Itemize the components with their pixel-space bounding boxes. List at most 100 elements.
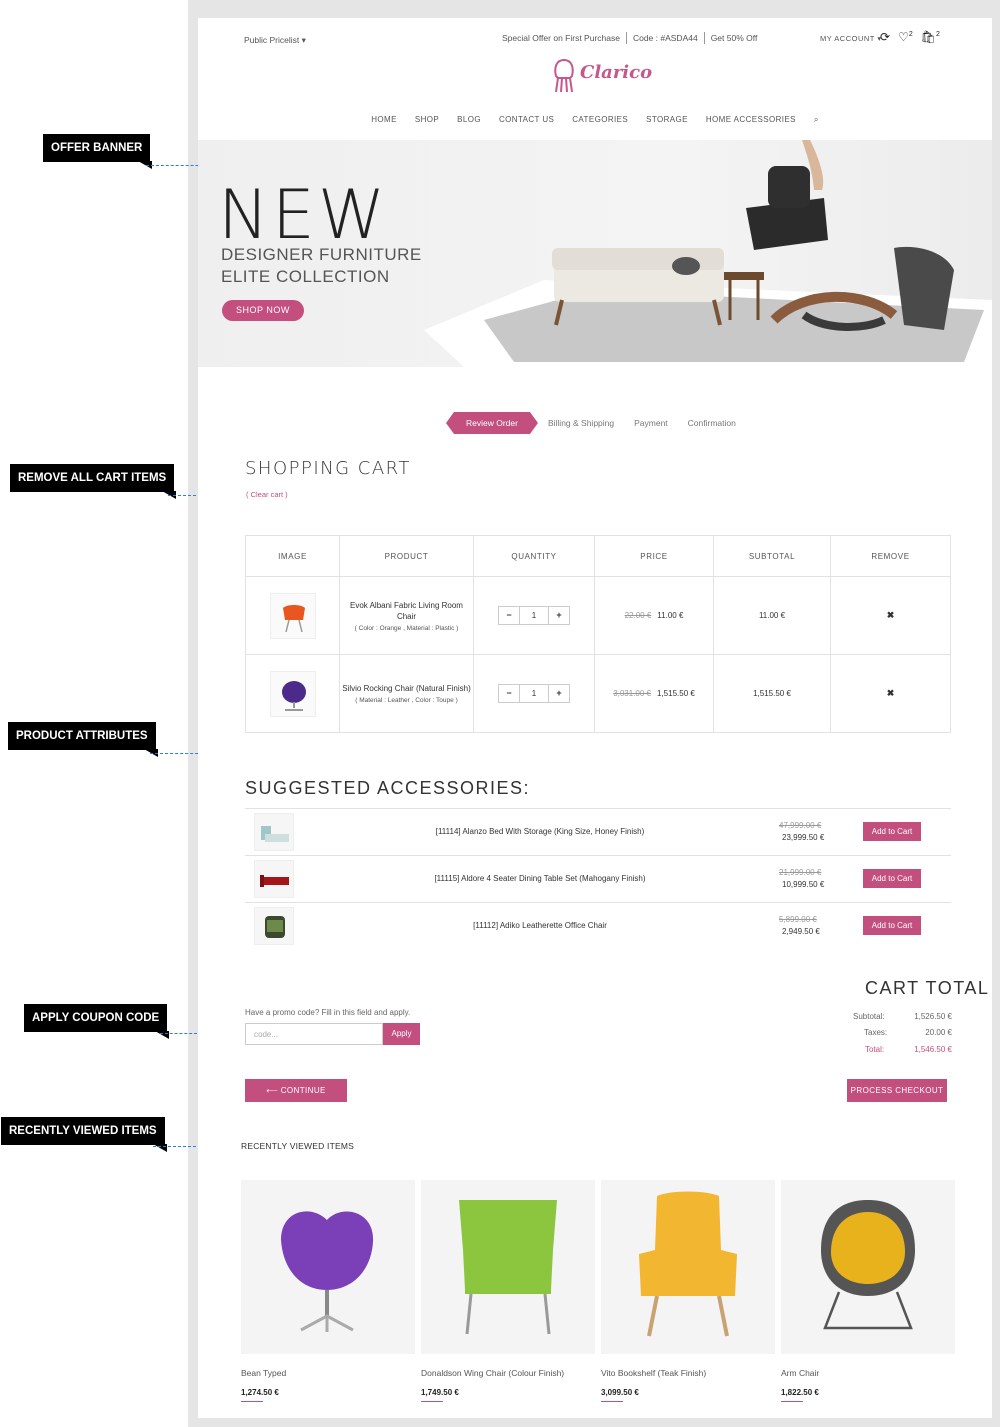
increase-button[interactable]: +	[549, 685, 569, 702]
shop-page: Public Pricelist ▾ Special Offer on Firs…	[198, 18, 992, 1418]
cart-total-title: CART TOTAL	[865, 978, 990, 998]
quantity-input[interactable]: 1	[519, 607, 549, 624]
increase-button[interactable]: +	[549, 607, 569, 624]
taxes-label: Taxes:	[864, 1028, 888, 1037]
decrease-button[interactable]: −	[499, 607, 519, 624]
continue-shopping-button[interactable]: ⟵ CONTINUE SHOPPING	[245, 1079, 347, 1118]
product-attributes: ( Color : Orange , Material : Plastic )	[354, 624, 459, 632]
product-thumbnail[interactable]	[269, 670, 316, 717]
compare-icon[interactable]: ⟳	[880, 30, 890, 44]
price: 1,515.50 €	[657, 689, 695, 698]
quantity-stepper: − 1 +	[498, 684, 570, 703]
pricelist-dropdown[interactable]: Public Pricelist ▾	[244, 35, 306, 46]
nav-home[interactable]: HOME	[371, 115, 397, 125]
accessory-name[interactable]: [11115] Aldore 4 Seater Dining Table Set…	[305, 874, 775, 883]
step-confirmation[interactable]: Confirmation	[678, 418, 746, 428]
offer-code: Code : #ASDA44	[625, 32, 704, 44]
product-image[interactable]	[601, 1180, 775, 1354]
quantity-input[interactable]: 1	[519, 685, 549, 702]
decrease-button[interactable]: −	[499, 685, 519, 702]
wishlist-icon[interactable]: ♡2	[898, 30, 913, 44]
offer-strip: Special Offer on First Purchase Code : #…	[496, 32, 763, 44]
office-chair-icon	[265, 916, 285, 938]
product-card[interactable]: Arm Chair 1,822.50 €	[781, 1180, 955, 1402]
step-payment[interactable]: Payment	[624, 418, 678, 428]
card-name[interactable]: Vito Bookshelf (Teak Finish)	[601, 1368, 775, 1378]
bed-thumbnail[interactable]	[254, 813, 294, 851]
nav-storage[interactable]: STORAGE	[646, 115, 688, 125]
product-card[interactable]: Bean Typed 1,274.50 €	[241, 1180, 415, 1402]
accessory-old-price: 21,999.00 €	[779, 868, 822, 877]
remove-icon[interactable]: ✖	[887, 610, 895, 620]
my-account-dropdown[interactable]: MY ACCOUNT ▾	[820, 34, 882, 43]
card-price: 3,099.50 €	[601, 1388, 639, 1397]
checkout-steps: Review Order Billing & Shipping Payment …	[446, 412, 746, 434]
search-icon[interactable]: ⌕	[814, 115, 819, 125]
card-name[interactable]: Bean Typed	[241, 1368, 415, 1378]
card-name[interactable]: Arm Chair	[781, 1368, 955, 1378]
bed-icon	[261, 826, 289, 842]
price-underline	[601, 1401, 623, 1402]
nav-blog[interactable]: BLOG	[457, 115, 481, 125]
logo[interactable]: Clarico	[550, 56, 653, 96]
annotation-product-attributes: PRODUCT ATTRIBUTES	[8, 722, 158, 757]
product-image[interactable]	[241, 1180, 415, 1354]
table-thumbnail[interactable]	[254, 860, 294, 898]
remove-icon[interactable]: ✖	[887, 688, 895, 698]
step-billing-shipping[interactable]: Billing & Shipping	[538, 418, 624, 428]
dining-table-icon	[260, 875, 289, 887]
table-row: Evok Albani Fabric Living Room Chair ( C…	[245, 576, 951, 655]
accessory-name[interactable]: [11112] Adiko Leatherette Office Chair	[305, 921, 775, 930]
card-name[interactable]: Donaldson Wing Chair (Colour Finish)	[421, 1368, 595, 1378]
nav-categories[interactable]: CATEGORIES	[572, 115, 628, 125]
orange-chair-icon	[282, 604, 305, 632]
product-name[interactable]: Silvio Rocking Chair (Natural Finish)	[340, 683, 473, 694]
nav-home-accessories[interactable]: HOME ACCESSORIES	[706, 115, 796, 125]
col-subtotal: SUBTOTAL	[713, 535, 831, 577]
offer-text: Special Offer on First Purchase	[502, 33, 620, 43]
product-image[interactable]	[781, 1180, 955, 1354]
price-underline	[781, 1401, 803, 1402]
add-to-cart-button[interactable]: Add to Cart	[863, 822, 921, 841]
subtotal-value: 1,526.50 €	[914, 1012, 952, 1021]
accessory-name[interactable]: [11114] Alanzo Bed With Storage (King Si…	[305, 827, 775, 836]
annotation-remove-all: REMOVE ALL CART ITEMS	[10, 464, 177, 499]
office-chair-thumbnail[interactable]	[254, 907, 294, 945]
add-to-cart-button[interactable]: Add to Cart	[863, 869, 921, 888]
clear-cart-link[interactable]: ( Clear cart )	[246, 490, 288, 499]
nav-contact-us[interactable]: CONTACT US	[499, 115, 554, 125]
taxes-value: 20.00 €	[925, 1028, 952, 1037]
table-row: Silvio Rocking Chair (Natural Finish) ( …	[245, 654, 951, 733]
cart-icon[interactable]: 🛍2	[921, 30, 940, 44]
col-image: IMAGE	[245, 535, 340, 577]
subtotal: 11.00 €	[713, 576, 831, 655]
wishlist-count: 2	[908, 31, 913, 38]
product-image[interactable]	[421, 1180, 595, 1354]
annotation-apply-coupon: APPLY COUPON CODE	[24, 1004, 170, 1039]
product-card[interactable]: Vito Bookshelf (Teak Finish) 3,099.50 €	[601, 1180, 775, 1402]
apply-coupon-button[interactable]: Apply	[383, 1023, 420, 1045]
col-product: PRODUCT	[339, 535, 474, 577]
process-checkout-button[interactable]: PROCESS CHECKOUT ⟶	[847, 1079, 947, 1118]
hero-subtitle: DESIGNER FURNITURE ELITE COLLECTION	[221, 244, 422, 288]
offer-discount: Get 50% Off	[703, 32, 764, 44]
price: 11.00 €	[657, 611, 684, 620]
product-name[interactable]: Evok Albani Fabric Living Room Chair	[340, 600, 473, 622]
coupon-input[interactable]: code...	[245, 1023, 383, 1045]
product-thumbnail[interactable]	[269, 592, 316, 639]
product-card[interactable]: Donaldson Wing Chair (Colour Finish) 1,7…	[421, 1180, 595, 1402]
top-bar: Public Pricelist ▾ Special Offer on Firs…	[198, 30, 992, 48]
nav-shop[interactable]: SHOP	[415, 115, 439, 125]
logo-text: Clarico	[580, 62, 653, 83]
annotation-recently-viewed: RECENTLY VIEWED ITEMS	[1, 1117, 167, 1152]
offer-banner: NEW DESIGNER FURNITURE ELITE COLLECTION …	[198, 140, 992, 367]
recently-viewed-title: RECENTLY VIEWED ITEMS	[241, 1141, 354, 1151]
subtotal-label: Subtotal:	[853, 1012, 885, 1021]
shop-now-button[interactable]: SHOP NOW	[222, 300, 304, 321]
cart-table: IMAGE PRODUCT QUANTITY PRICE SUBTOTAL RE…	[245, 535, 951, 733]
promo-label: Have a promo code? Fill in this field an…	[245, 1008, 411, 1017]
list-item: [11112] Adiko Leatherette Office Chair 5…	[245, 902, 951, 949]
card-price: 1,822.50 €	[781, 1388, 819, 1397]
add-to-cart-button[interactable]: Add to Cart	[863, 916, 921, 935]
step-review-order[interactable]: Review Order	[446, 412, 538, 434]
